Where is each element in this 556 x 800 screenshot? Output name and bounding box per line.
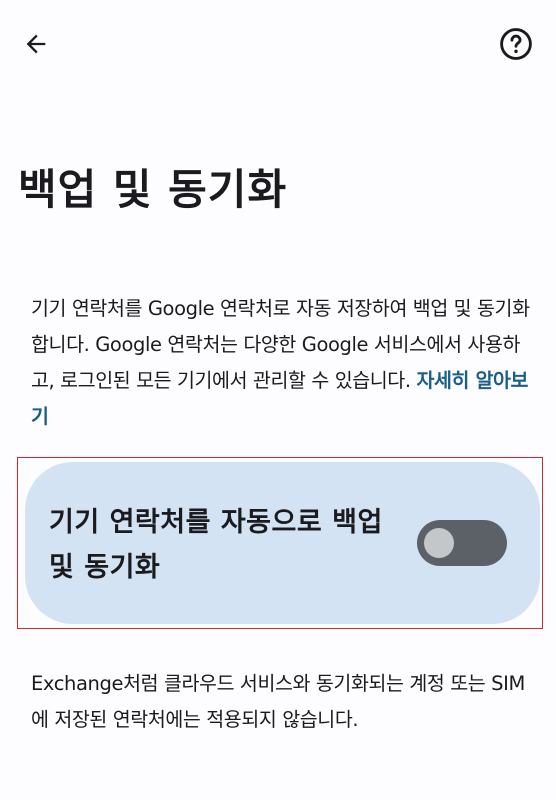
arrow-back-icon xyxy=(26,34,46,54)
description-text: 기기 연락처를 Google 연락처로 자동 저장하여 백업 및 동기화합니다.… xyxy=(31,291,531,435)
page-title: 백업 및 동기화 xyxy=(18,165,288,214)
backup-sync-switch[interactable] xyxy=(417,520,507,566)
switch-thumb xyxy=(424,528,454,558)
footer-note: Exchange처럼 클라우드 서비스와 동기화되는 계정 또는 SIM에 저장… xyxy=(31,672,525,731)
backup-sync-toggle-row[interactable]: 기기 연락처를 자동으로 백업 및 동기화 xyxy=(25,462,540,624)
help-button[interactable] xyxy=(494,22,538,66)
help-circle-icon xyxy=(500,28,532,60)
toggle-label: 기기 연락처를 자동으로 백업 및 동기화 xyxy=(49,507,383,583)
top-app-bar xyxy=(0,0,556,88)
back-button[interactable] xyxy=(14,22,58,66)
